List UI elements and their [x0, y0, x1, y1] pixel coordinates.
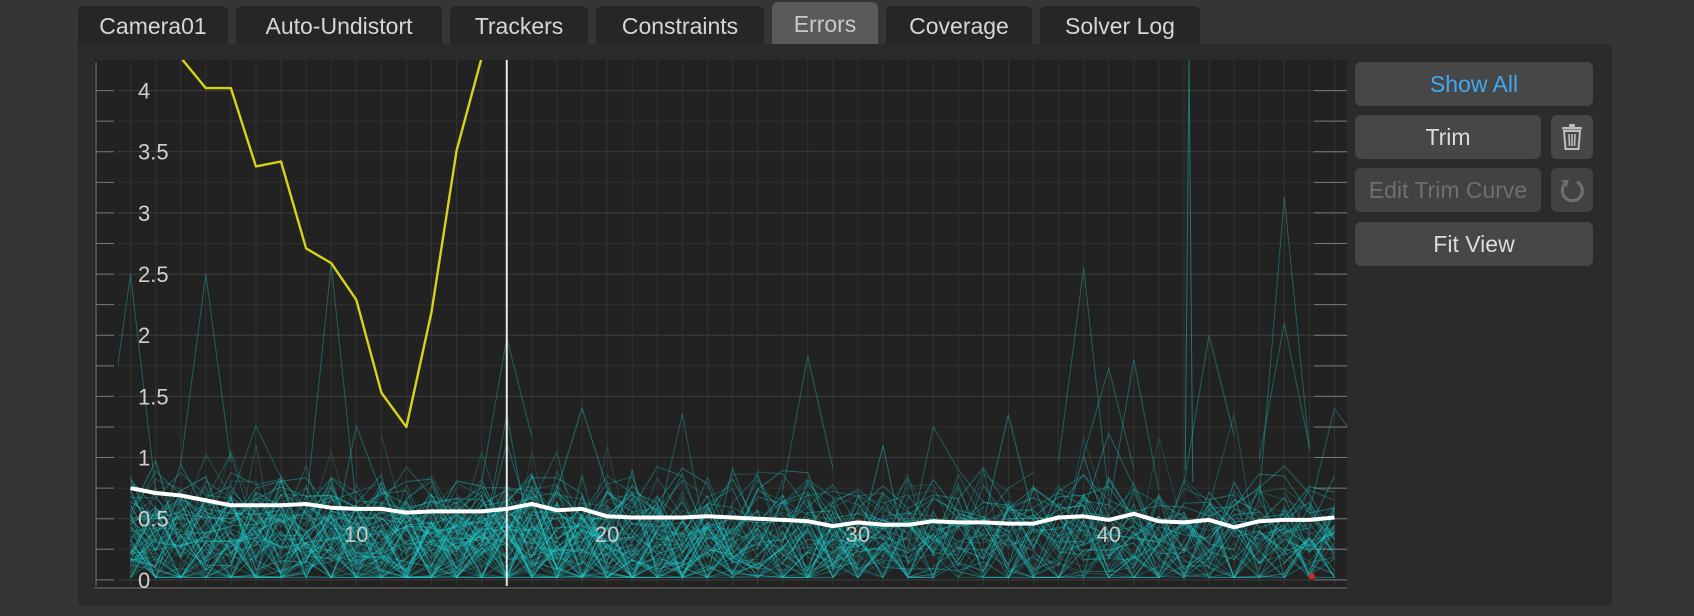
y-tick-label: 1.5: [138, 384, 169, 409]
tab-errors[interactable]: Errors: [772, 2, 878, 46]
edit-trim-curve-button[interactable]: Edit Trim Curve: [1355, 168, 1541, 212]
error-graph-canvas[interactable]: 00.511.522.533.54102030405: [94, 60, 1347, 590]
y-tick-label: 2.5: [138, 262, 169, 287]
tab-coverage[interactable]: Coverage: [886, 6, 1032, 46]
y-tick-label: 4: [138, 79, 150, 104]
y-tick-label: 2: [138, 323, 150, 348]
x-tick-label: 20: [595, 522, 619, 547]
x-tick-label: 30: [846, 522, 870, 547]
x-tick-label: 10: [344, 522, 368, 547]
trim-delete-button[interactable]: [1551, 115, 1593, 159]
y-tick-label: 3: [138, 201, 150, 226]
reset-arrow-icon: [1560, 180, 1584, 203]
show-all-button[interactable]: Show All: [1355, 62, 1593, 106]
y-tick-labels: 0 0.5 1 1.5 2 2.5 3 3.5 4: [138, 79, 169, 590]
tab-auto-undistort[interactable]: Auto-Undistort: [236, 6, 442, 46]
tab-constraints[interactable]: Constraints: [596, 6, 764, 46]
tracker-lines: [118, 60, 1347, 580]
y-tick-label: 1: [138, 446, 150, 471]
trim-button[interactable]: Trim: [1355, 115, 1541, 159]
trash-icon: [1562, 124, 1582, 150]
error-marker: [1308, 573, 1315, 580]
y-tick-label: 0: [138, 568, 150, 590]
x-tick-label: 40: [1096, 522, 1120, 547]
error-graph[interactable]: 00.511.522.533.54102030405: [94, 60, 1347, 590]
tracker-peak: [1308, 407, 1347, 511]
y-tick-label: 0.5: [138, 507, 169, 532]
tab-solver-log[interactable]: Solver Log: [1040, 6, 1200, 46]
fit-view-button[interactable]: Fit View: [1355, 222, 1593, 266]
tracker-spike: [1184, 60, 1194, 483]
tab-camera01[interactable]: Camera01: [78, 6, 228, 46]
edit-trim-reset-button[interactable]: [1551, 168, 1593, 212]
tab-trackers[interactable]: Trackers: [450, 6, 588, 46]
y-tick-label: 3.5: [138, 140, 169, 165]
